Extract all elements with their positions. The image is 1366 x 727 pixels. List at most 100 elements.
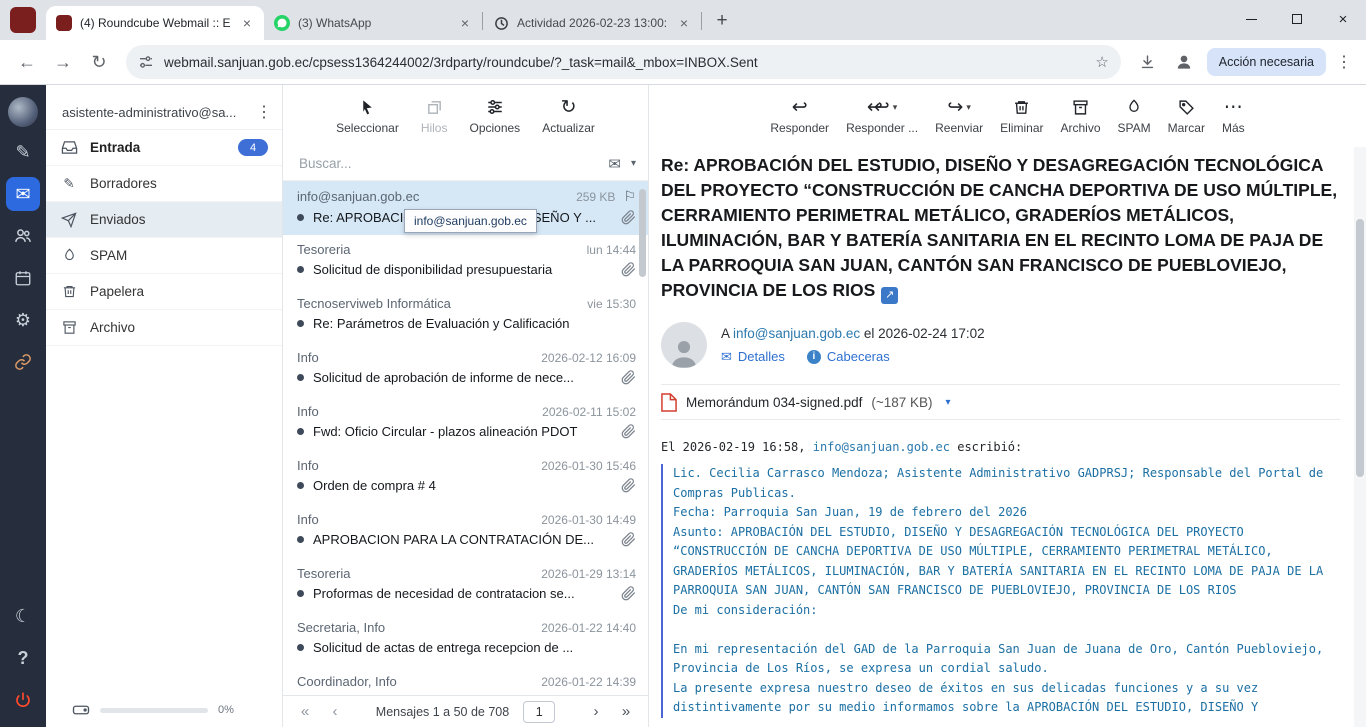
minimize-button[interactable] bbox=[1228, 0, 1274, 38]
help-icon[interactable]: ? bbox=[6, 641, 40, 675]
message-row[interactable]: Tecnoserviweb Informática vie 15:30 Re: … bbox=[283, 289, 648, 343]
tab-close-icon[interactable]: × bbox=[238, 15, 256, 31]
quote-post: escribió: bbox=[950, 440, 1022, 454]
roundcube-favicon bbox=[56, 15, 72, 31]
tab-roundcube[interactable]: (4) Roundcube Webmail :: Envia... × bbox=[46, 6, 264, 40]
close-button[interactable]: × bbox=[1320, 0, 1366, 38]
paperclip-icon bbox=[621, 586, 636, 601]
details-link[interactable]: ✉ Detalles bbox=[721, 349, 785, 365]
maximize-button[interactable] bbox=[1274, 0, 1320, 38]
compose-icon[interactable]: ✎ bbox=[6, 135, 40, 169]
tab-whatsapp[interactable]: (3) WhatsApp × bbox=[264, 6, 482, 40]
message-row[interactable]: Info 2026-01-30 15:46 Orden de compra # … bbox=[283, 451, 648, 505]
browser-navbar: ← → ↻ webmail.sanjuan.gob.ec/cpsess13642… bbox=[0, 40, 1366, 85]
flag-icon[interactable]: ⚐ bbox=[623, 188, 636, 205]
external-link-icon[interactable]: ↗ bbox=[881, 287, 898, 304]
next-page-icon[interactable]: › bbox=[586, 703, 606, 720]
archive-button[interactable]: Archivo bbox=[1060, 97, 1100, 135]
message-row[interactable]: Info 2026-01-30 14:49 APROBACION PARA LA… bbox=[283, 505, 648, 559]
prev-page-icon[interactable]: ‹ bbox=[325, 703, 345, 720]
back-button[interactable]: ← bbox=[10, 45, 44, 79]
logout-power-icon[interactable] bbox=[6, 683, 40, 717]
mail-icon[interactable]: ✉ bbox=[6, 177, 40, 211]
forward-icon: ↪▾ bbox=[947, 97, 970, 117]
sidebar-item-trash[interactable]: Papelera bbox=[46, 274, 282, 310]
message-row[interactable]: Secretaria, Info 2026-01-22 14:40 Solici… bbox=[283, 613, 648, 667]
sidebar-item-sent[interactable]: Enviados bbox=[46, 202, 282, 238]
account-menu-icon[interactable]: ⋮ bbox=[252, 102, 276, 122]
archive-box-icon bbox=[60, 320, 78, 335]
link-icon[interactable] bbox=[6, 345, 40, 379]
attachment-menu-caret[interactable]: ▾ bbox=[946, 397, 951, 408]
attachment-name[interactable]: Memorándum 034-signed.pdf bbox=[686, 395, 862, 410]
address-bar[interactable]: webmail.sanjuan.gob.ec/cpsess1364244002/… bbox=[126, 45, 1121, 79]
tab-title: (3) WhatsApp bbox=[298, 16, 448, 30]
new-tab-button[interactable]: + bbox=[708, 7, 736, 35]
message-subject: Solicitud de actas de entrega recepcion … bbox=[313, 640, 636, 655]
select-button[interactable]: Seleccionar bbox=[336, 97, 399, 135]
sidebar-item-inbox[interactable]: Entrada 4 bbox=[46, 130, 282, 166]
download-icon[interactable] bbox=[1131, 45, 1165, 79]
message-row[interactable]: Info 2026-02-11 15:02 Fwd: Oficio Circul… bbox=[283, 397, 648, 451]
page-number-input[interactable] bbox=[523, 701, 555, 723]
avatar bbox=[661, 322, 707, 368]
sidebar-item-drafts[interactable]: ✎ Borradores bbox=[46, 166, 282, 202]
search-bar[interactable]: ✉ ▾ bbox=[283, 147, 648, 181]
threads-button[interactable]: Hilos bbox=[421, 97, 448, 135]
refresh-label: Actualizar bbox=[542, 121, 595, 135]
action-needed-chip[interactable]: Acción necesaria bbox=[1207, 48, 1326, 76]
last-page-icon[interactable]: » bbox=[616, 703, 636, 720]
recipient-email-link[interactable]: info@sanjuan.gob.ec bbox=[733, 326, 860, 341]
quoted-sender-link[interactable]: info@sanjuan.gob.ec bbox=[813, 440, 950, 454]
delete-button[interactable]: Eliminar bbox=[1000, 97, 1043, 135]
forward-button[interactable]: ↪▾ Reenviar bbox=[935, 97, 983, 135]
unread-dot bbox=[297, 214, 304, 221]
profile-avatar-icon[interactable] bbox=[1167, 45, 1201, 79]
message-row[interactable]: Coordinador, Info 2026-01-22 14:39 bbox=[283, 667, 648, 695]
spam-button[interactable]: SPAM bbox=[1118, 97, 1151, 135]
tab-actividad[interactable]: Actividad 2026-02-23 13:00:00... × bbox=[483, 6, 701, 40]
calendar-icon[interactable] bbox=[6, 261, 40, 295]
message-row[interactable]: Tesoreria lun 14:44 Solicitud de disponi… bbox=[283, 235, 648, 289]
tab-close-icon[interactable]: × bbox=[675, 15, 693, 31]
tab-close-icon[interactable]: × bbox=[456, 15, 474, 31]
bookmark-star-icon[interactable]: ☆ bbox=[1095, 53, 1108, 71]
tab-bar: (4) Roundcube Webmail :: Envia... × (3) … bbox=[0, 0, 1366, 40]
reply-button[interactable]: ↩ Responder bbox=[770, 97, 829, 135]
browser-menu-icon[interactable]: ⋮ bbox=[1332, 52, 1356, 72]
chevron-down-icon[interactable]: ▾ bbox=[631, 158, 636, 169]
paperclip-icon bbox=[621, 532, 636, 547]
reply-all-button[interactable]: ↩↩▾ Responder ... bbox=[846, 97, 918, 135]
trash-icon bbox=[1013, 97, 1030, 117]
mark-button[interactable]: Marcar bbox=[1168, 97, 1205, 135]
message-subject: Orden de compra # 4 bbox=[313, 478, 612, 493]
threads-icon bbox=[426, 97, 443, 117]
first-page-icon[interactable]: « bbox=[295, 703, 315, 720]
list-pagination: « ‹ Mensajes 1 a 50 de 708 › » bbox=[283, 695, 648, 727]
contacts-icon[interactable] bbox=[6, 219, 40, 253]
sidebar-item-archive[interactable]: Archivo bbox=[46, 310, 282, 346]
sidebar-item-spam[interactable]: SPAM bbox=[46, 238, 282, 274]
settings-gear-icon[interactable]: ⚙ bbox=[6, 303, 40, 337]
site-info-icon[interactable] bbox=[138, 54, 154, 70]
delete-label: Eliminar bbox=[1000, 121, 1043, 135]
dark-mode-moon-icon[interactable]: ☾ bbox=[6, 599, 40, 633]
forward-button[interactable]: → bbox=[46, 45, 80, 79]
message-row[interactable]: Info 2026-02-12 16:09 Solicitud de aprob… bbox=[283, 343, 648, 397]
list-scrollbar[interactable] bbox=[639, 189, 646, 277]
url-text[interactable]: webmail.sanjuan.gob.ec/cpsess1364244002/… bbox=[164, 55, 1085, 70]
sender-block: A info@sanjuan.gob.ec el 2026-02-24 17:0… bbox=[661, 322, 1340, 368]
message-row[interactable]: Tesoreria 2026-01-29 13:14 Proformas de … bbox=[283, 559, 648, 613]
attachment-row[interactable]: Memorándum 034-signed.pdf (~187 KB) ▾ bbox=[661, 384, 1340, 420]
view-scrollbar-track[interactable] bbox=[1354, 147, 1366, 727]
search-scope-mail-icon[interactable]: ✉ bbox=[608, 155, 621, 173]
options-button[interactable]: Opciones bbox=[469, 97, 520, 135]
message-date: 2026-01-30 14:49 bbox=[541, 513, 636, 527]
search-input[interactable] bbox=[299, 156, 598, 171]
quota-bar: 0% bbox=[46, 693, 282, 727]
headers-link[interactable]: i Cabeceras bbox=[807, 349, 890, 364]
reload-button[interactable]: ↻ bbox=[82, 45, 116, 79]
refresh-button[interactable]: ↻ Actualizar bbox=[542, 97, 595, 135]
view-scrollbar-thumb[interactable] bbox=[1356, 219, 1364, 477]
more-button[interactable]: ⋯ Más bbox=[1222, 97, 1245, 135]
